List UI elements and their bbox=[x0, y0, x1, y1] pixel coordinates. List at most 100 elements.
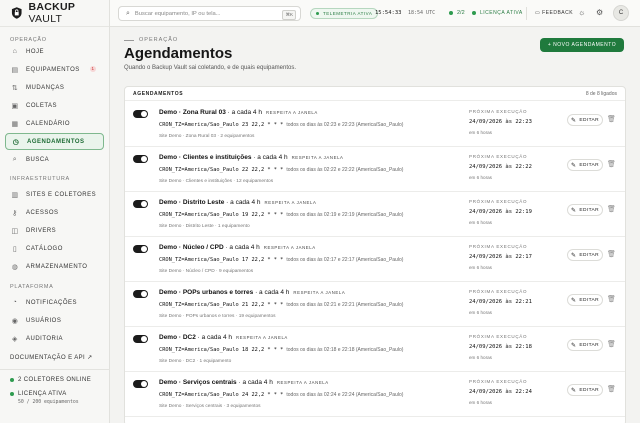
enabled-toggle[interactable] bbox=[133, 245, 148, 253]
enabled-toggle[interactable] bbox=[133, 110, 148, 118]
sidebar-item-usuarios[interactable]: ◉ USUÁRIOS bbox=[5, 312, 104, 329]
sidebar-item-label: EQUIPAMENTOS bbox=[26, 66, 80, 73]
schedule-meta: Site Demo · DC2 · 1 equipamento bbox=[159, 359, 232, 364]
trash-icon[interactable]: 🗑︎ bbox=[607, 340, 616, 348]
sidebar-item-coletas[interactable]: ▣ COLETAS bbox=[5, 97, 104, 114]
enabled-toggle[interactable] bbox=[133, 200, 148, 208]
swap-icon: ⇅ bbox=[11, 84, 19, 92]
enabled-toggle[interactable] bbox=[133, 155, 148, 163]
search-icon: ⌕ bbox=[12, 155, 18, 163]
sidebar-footer: DOCUMENTAÇÃO E API ↗ 2 COLETORES ONLINE … bbox=[0, 354, 110, 405]
trash-icon[interactable]: 🗑︎ bbox=[607, 385, 616, 393]
sidebar-item-label: COLETAS bbox=[26, 102, 58, 109]
schedule-meta: Site Demo · Serviços centrais · 3 equipa… bbox=[159, 404, 261, 409]
schedule-name: Demo · Distrito Leste bbox=[159, 199, 225, 206]
sidebar-item-hoje[interactable]: ⌂ HOJE bbox=[5, 43, 104, 60]
next-run-time: 24/09/2026 às 22:22 bbox=[469, 164, 532, 170]
edit-label: EDITAR bbox=[579, 297, 600, 303]
cron-text: CRON_TZ=America/Sao_Paulo 23 22,2 * * * bbox=[159, 122, 284, 128]
page-title: Agendamentos bbox=[124, 45, 233, 62]
pencil-icon: ✎ bbox=[570, 207, 577, 214]
sidebar-item-acessos[interactable]: ⚷ ACESSOS bbox=[5, 204, 104, 221]
edit-button[interactable]: ✎ EDITAR bbox=[567, 204, 603, 216]
schedule-name: Demo · Núcleo / CPD bbox=[159, 244, 224, 251]
schedules-card: AGENDAMENTOS 8 de 8 ligados Demo · Zona … bbox=[124, 86, 626, 423]
sidebar-item-agendamentos[interactable]: ◷ AGENDAMENTOS bbox=[5, 133, 104, 150]
trash-icon[interactable]: 🗑︎ bbox=[607, 160, 616, 168]
sidebar-item-equipamentos[interactable]: ▤ EQUIPAMENTOS 1 bbox=[5, 61, 104, 78]
sidebar-item-armazenamento[interactable]: ◍ ARMAZENAMENTO bbox=[5, 258, 104, 275]
search-placeholder: Buscar equipamento, IP ou tela... bbox=[134, 10, 221, 17]
sidebar-item-catalogo[interactable]: ▯ CATÁLOGO bbox=[5, 240, 104, 257]
sidebar-item-label: USUÁRIOS bbox=[26, 317, 62, 324]
schedule-title: Demo · Distrito Leste · a cada 4 h RESPEI… bbox=[159, 199, 316, 206]
trash-icon[interactable]: 🗑︎ bbox=[607, 115, 616, 123]
pencil-icon: ✎ bbox=[570, 342, 577, 349]
avatar[interactable]: C bbox=[613, 5, 629, 21]
edit-button[interactable]: ✎ EDITAR bbox=[567, 114, 603, 126]
schedule-frequency: · a cada 4 h bbox=[223, 244, 260, 251]
cron-description: todos os dias às 02:21 e 22:21 (America/… bbox=[286, 302, 404, 308]
next-run-label: PRÓXIMA EXECUÇÃO bbox=[469, 109, 528, 114]
breadcrumb: OPERAÇÃO bbox=[124, 37, 178, 43]
status-dot-icon bbox=[472, 11, 476, 15]
sidebar-item-sites-e-coletores[interactable]: ▥ SITES E COLETORES bbox=[5, 186, 104, 203]
enabled-toggle[interactable] bbox=[133, 290, 148, 298]
sidebar-item-auditoria[interactable]: ◈ AUDITORIA bbox=[5, 330, 104, 347]
edit-button[interactable]: ✎ EDITAR bbox=[567, 249, 603, 261]
card-header: AGENDAMENTOS 8 de 8 ligados bbox=[125, 87, 625, 101]
edit-button[interactable]: ✎ EDITAR bbox=[567, 339, 603, 351]
cron-text: CRON_TZ=America/Sao_Paulo 18 22,2 * * * bbox=[159, 347, 284, 353]
next-run-time: 24/09/2026 às 22:23 bbox=[469, 119, 532, 125]
schedule-meta: Site Demo · Núcleo / CPD · 9 equipamento… bbox=[159, 269, 254, 274]
pencil-icon: ✎ bbox=[570, 252, 577, 259]
status-dot-icon bbox=[10, 378, 14, 382]
sidebar-item-busca[interactable]: ⌕ BUSCA bbox=[5, 151, 104, 168]
cron-text: CRON_TZ=America/Sao_Paulo 19 22,2 * * * bbox=[159, 212, 284, 218]
schedule-name: Demo · DC2 bbox=[159, 334, 196, 341]
cron-description: todos os dias às 02:17 e 22:17 (America/… bbox=[286, 257, 404, 263]
sun-icon[interactable]: ☼ bbox=[578, 8, 585, 17]
home-icon: ⌂ bbox=[12, 48, 18, 55]
pencil-icon: ✎ bbox=[570, 162, 577, 169]
main-content: OPERAÇÃO Agendamentos Quando o Backup Va… bbox=[110, 27, 640, 423]
sidebar-item-drivers[interactable]: ◫ DRIVERS bbox=[5, 222, 104, 239]
cron-description: todos os dias às 02:23 e 22:23 (America/… bbox=[286, 122, 404, 128]
brand[interactable]: BACKUP VAULT bbox=[0, 0, 109, 27]
server-icon: ▤ bbox=[11, 66, 19, 74]
sidebar-item-calendario[interactable]: ▦ CALENDÁRIO bbox=[5, 115, 104, 132]
search-input[interactable]: ⌕ Buscar equipamento, IP ou tela... ⌘K bbox=[118, 6, 301, 21]
collectors-status: 2 COLETORES ONLINE bbox=[0, 377, 110, 383]
next-run-label: PRÓXIMA EXECUÇÃO bbox=[469, 199, 528, 204]
schedule-row: Demo · DC2 · a cada 4 h RESPEITA A JANELA… bbox=[125, 327, 625, 372]
sidebar-item-label: CATÁLOGO bbox=[26, 245, 63, 252]
sidebar-item-notificacoes[interactable]: ◔ NOTIFICAÇÕES bbox=[5, 294, 104, 311]
window-tag: RESPEITA A JANELA bbox=[235, 335, 288, 340]
next-run-label: PRÓXIMA EXECUÇÃO bbox=[469, 379, 528, 384]
cron-description: todos os dias às 02:24 e 22:24 (America/… bbox=[286, 392, 404, 398]
cron-text: CRON_TZ=America/Sao_Paulo 17 22,2 * * * bbox=[159, 257, 284, 263]
edit-button[interactable]: ✎ EDITAR bbox=[567, 384, 603, 396]
gear-icon[interactable]: ⚙ bbox=[596, 8, 603, 17]
edit-button[interactable]: ✎ EDITAR bbox=[567, 294, 603, 306]
new-schedule-button[interactable]: + NOVO AGENDAMENTO bbox=[540, 38, 624, 52]
sidebar-item-label: ARMAZENAMENTO bbox=[26, 263, 88, 270]
trash-icon[interactable]: 🗑︎ bbox=[607, 250, 616, 258]
edit-button[interactable]: ✎ EDITAR bbox=[567, 159, 603, 171]
page-subtitle: Quando o Backup Vault sai coletando, e d… bbox=[124, 65, 297, 71]
edit-label: EDITAR bbox=[579, 162, 600, 168]
feedback-button[interactable]: ▭ FEEDBACK bbox=[535, 10, 573, 16]
sidebar-item-label: NOTIFICAÇÕES bbox=[26, 299, 78, 306]
cron-expression: CRON_TZ=America/Sao_Paulo 22 22,2 * * * t… bbox=[159, 167, 403, 173]
sidebar-item-label: AUDITORIA bbox=[26, 335, 64, 342]
schedule-title: Demo · Serviços centrais · a cada 4 h RES… bbox=[159, 379, 329, 386]
docs-link[interactable]: DOCUMENTAÇÃO E API ↗ bbox=[0, 354, 110, 361]
sidebar-item-mudancas[interactable]: ⇅ MUDANÇAS bbox=[5, 79, 104, 96]
calendar-icon: ▦ bbox=[11, 120, 19, 128]
enabled-toggle[interactable] bbox=[133, 380, 148, 388]
schedule-row: Demo · Zona Rural 03 · a cada 4 h RESPEIT… bbox=[125, 102, 625, 147]
trash-icon[interactable]: 🗑︎ bbox=[607, 295, 616, 303]
alert-badge: 1 bbox=[90, 66, 96, 72]
enabled-toggle[interactable] bbox=[133, 335, 148, 343]
trash-icon[interactable]: 🗑︎ bbox=[607, 205, 616, 213]
